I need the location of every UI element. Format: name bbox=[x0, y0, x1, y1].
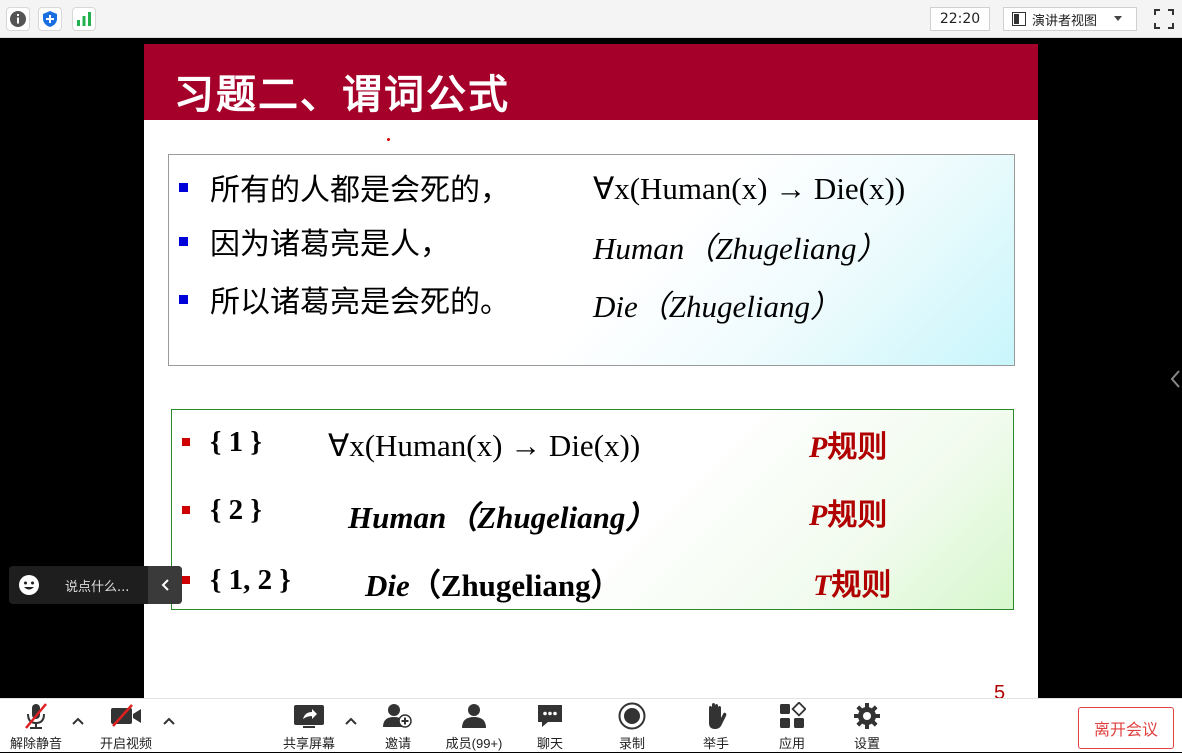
meeting-clock: 22:20 bbox=[930, 7, 990, 31]
laser-pointer-dot bbox=[387, 138, 390, 141]
premise-row: 因为诸葛亮是人， bbox=[179, 221, 450, 262]
premise-row: 所有的人都是会死的， bbox=[179, 167, 510, 208]
derivation-step: { 2 } bbox=[210, 493, 262, 526]
raise-hand-icon bbox=[703, 701, 729, 731]
info-icon[interactable] bbox=[6, 7, 30, 31]
signal-icon[interactable] bbox=[72, 7, 96, 31]
chevron-left-icon[interactable] bbox=[1168, 368, 1182, 390]
shield-icon[interactable] bbox=[38, 7, 62, 31]
derivation-row: { 1, 2 } bbox=[182, 560, 291, 600]
invite-button[interactable]: 邀请 bbox=[378, 701, 418, 753]
meeting-toolbar: 解除静音 开启视频 共享屏幕 邀请 成员(99+) 聊天 录制 举手 应用 设置… bbox=[0, 698, 1182, 752]
speaker-view-icon bbox=[1012, 12, 1026, 26]
slide-page-number: 5 bbox=[994, 682, 1006, 698]
start-video-label: 开启视频 bbox=[99, 736, 152, 751]
bullet-icon bbox=[182, 576, 190, 584]
derivation-step: { 1, 2 } bbox=[210, 563, 291, 596]
bullet-icon bbox=[179, 236, 188, 246]
collapse-icon[interactable] bbox=[148, 566, 182, 604]
mic-muted-icon bbox=[23, 701, 49, 731]
fullscreen-icon[interactable] bbox=[1151, 6, 1177, 32]
derivation-rule: T规则 bbox=[813, 569, 892, 602]
settings-button[interactable]: 设置 bbox=[849, 701, 885, 753]
chevron-up-icon[interactable] bbox=[343, 713, 359, 729]
derivation-formula: Die（Zhugeliang） bbox=[365, 568, 622, 603]
apps-label: 应用 bbox=[778, 736, 805, 751]
derivation-formula: Human（Zhugeliang） bbox=[348, 500, 657, 535]
members-button[interactable]: 成员(99+) bbox=[441, 701, 507, 753]
members-label: 成员(99+) bbox=[445, 736, 503, 751]
derivation-row: { 2 } bbox=[182, 490, 262, 530]
video-off-icon bbox=[110, 701, 142, 731]
shared-slide: 习题二、谓词公式 所有的人都是会死的， ∀x(Human(x) → Die(x)… bbox=[144, 44, 1038, 698]
bullet-icon bbox=[179, 182, 188, 192]
premise-formula: ∀x(Human(x) → Die(x)) bbox=[593, 171, 906, 206]
chevron-down-icon bbox=[1114, 16, 1123, 21]
premise-text: 所有的人都是会死的， bbox=[210, 173, 510, 208]
derivation-step: { 1 } bbox=[210, 425, 262, 458]
invite-label: 邀请 bbox=[384, 736, 411, 751]
chevron-up-icon[interactable] bbox=[161, 713, 177, 729]
view-mode-label: 演讲者视图 bbox=[1032, 13, 1098, 29]
leave-meeting-button[interactable]: 离开会议 bbox=[1078, 707, 1174, 749]
bullet-icon bbox=[182, 438, 190, 446]
derivation-rule: P规则 bbox=[809, 431, 888, 464]
gear-icon bbox=[853, 701, 881, 731]
premise-text: 因为诸葛亮是人， bbox=[210, 227, 450, 262]
record-icon bbox=[618, 701, 646, 731]
premise-text: 所以诸葛亮是会死的。 bbox=[210, 285, 510, 320]
invite-icon bbox=[383, 701, 413, 731]
top-bar: 22:20 演讲者视图 bbox=[0, 0, 1182, 38]
record-label: 录制 bbox=[618, 736, 645, 751]
premise-formula: Human（Zhugeliang） bbox=[593, 231, 888, 266]
chat-quick-input[interactable]: 说点什么... bbox=[9, 566, 182, 604]
derivation-formula: ∀x(Human(x) → Die(x)) bbox=[328, 428, 641, 463]
slide-header: 习题二、谓词公式 bbox=[144, 44, 1038, 120]
premise-row: 所以诸葛亮是会死的。 bbox=[179, 279, 510, 320]
record-button[interactable]: 录制 bbox=[614, 701, 650, 753]
share-screen-label: 共享屏幕 bbox=[282, 736, 335, 751]
slide-title: 习题二、谓词公式 bbox=[174, 72, 510, 118]
chat-icon bbox=[536, 701, 564, 731]
derivation-row: { 1 } bbox=[182, 422, 262, 462]
chevron-up-icon[interactable] bbox=[70, 713, 86, 729]
chat-label: 聊天 bbox=[536, 736, 563, 751]
chat-button[interactable]: 聊天 bbox=[532, 701, 568, 753]
premise-formula: Die（Zhugeliang） bbox=[593, 289, 841, 324]
bullet-icon bbox=[179, 294, 188, 304]
premise-box: 所有的人都是会死的， ∀x(Human(x) → Die(x)) 因为诸葛亮是人… bbox=[168, 154, 1015, 366]
view-mode-select[interactable]: 演讲者视图 bbox=[1003, 7, 1137, 31]
emoji-icon[interactable] bbox=[9, 566, 49, 604]
start-video-button[interactable]: 开启视频 bbox=[96, 701, 156, 753]
share-screen-button[interactable]: 共享屏幕 bbox=[280, 701, 338, 753]
apps-button[interactable]: 应用 bbox=[774, 701, 810, 753]
settings-label: 设置 bbox=[853, 736, 880, 751]
share-screen-icon bbox=[293, 701, 325, 731]
bullet-icon bbox=[182, 506, 190, 514]
unmute-label: 解除静音 bbox=[9, 736, 62, 751]
derivation-rule: P规则 bbox=[809, 499, 888, 532]
apps-icon bbox=[778, 701, 806, 731]
chat-placeholder[interactable]: 说点什么... bbox=[49, 576, 148, 595]
raise-hand-label: 举手 bbox=[702, 736, 729, 751]
derivation-box: { 1 } ∀x(Human(x) → Die(x)) P规则 { 2 } Hu… bbox=[171, 409, 1014, 610]
raise-hand-button[interactable]: 举手 bbox=[698, 701, 734, 753]
unmute-button[interactable]: 解除静音 bbox=[7, 701, 65, 753]
members-icon bbox=[459, 701, 489, 731]
